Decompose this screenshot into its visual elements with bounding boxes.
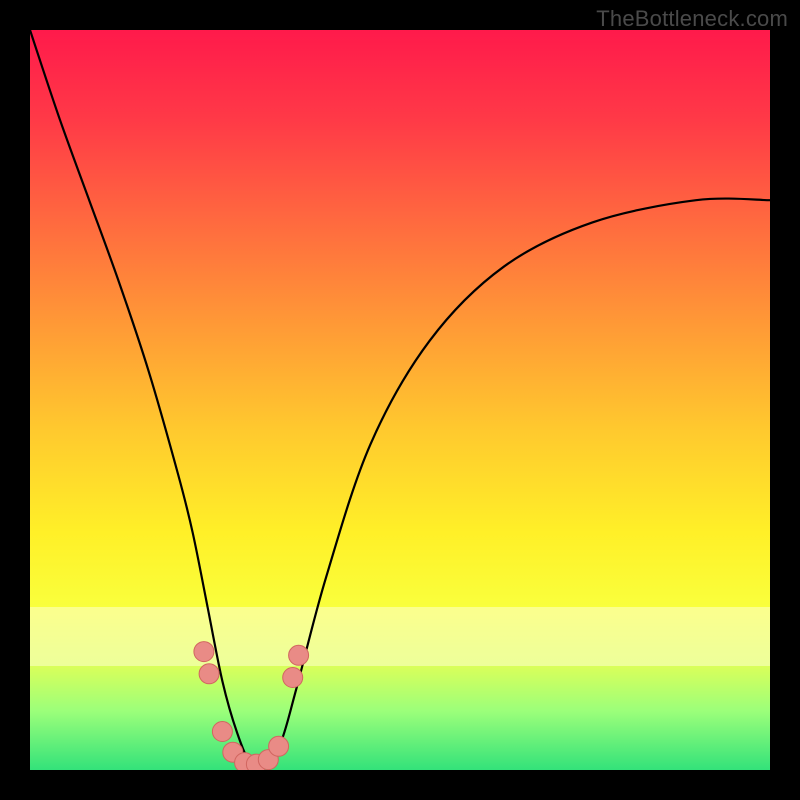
plot-area	[30, 30, 770, 770]
data-marker	[269, 736, 289, 756]
curve-layer	[30, 30, 770, 770]
data-marker	[283, 668, 303, 688]
data-marker	[194, 642, 214, 662]
bottleneck-curve	[30, 30, 770, 770]
watermark-text: TheBottleneck.com	[596, 6, 788, 32]
data-marker	[199, 664, 219, 684]
data-marker	[289, 645, 309, 665]
chart-frame: TheBottleneck.com	[0, 0, 800, 800]
data-marker	[212, 722, 232, 742]
